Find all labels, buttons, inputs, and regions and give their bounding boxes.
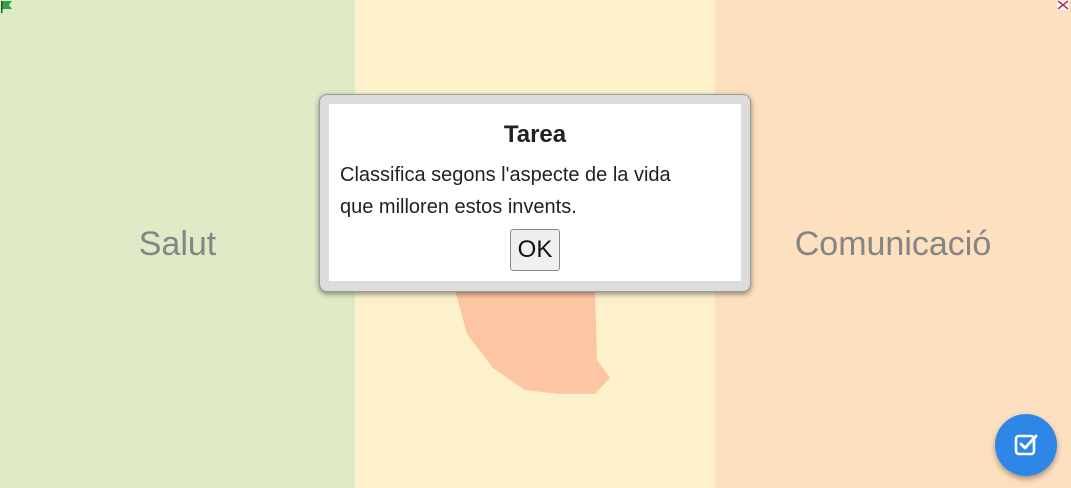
task-dialog: Tarea Classifica segons l'aspecte de la … [319,94,751,292]
ok-button[interactable]: OK [510,229,560,271]
column-label-comunicacio: Comunicació [794,225,992,263]
dialog-message-line-2: que milloren estos invents. [340,196,577,218]
column-label-salut: Salut [138,225,217,263]
check-button[interactable] [995,414,1057,476]
check-square-icon [1014,434,1038,456]
dialog-body: Tarea Classifica segons l'aspecte de la … [329,104,741,281]
dialog-title: Tarea [503,121,567,148]
dialog-message: Classifica segons l'aspecte de la vida q… [340,159,733,223]
flag-icon[interactable] [0,0,14,14]
close-icon[interactable] [1057,0,1069,10]
dialog-message-line-1: Classifica segons l'aspecte de la vida [340,164,671,186]
column-salut[interactable]: Salut [0,0,355,488]
draggable-item[interactable] [455,290,615,400]
